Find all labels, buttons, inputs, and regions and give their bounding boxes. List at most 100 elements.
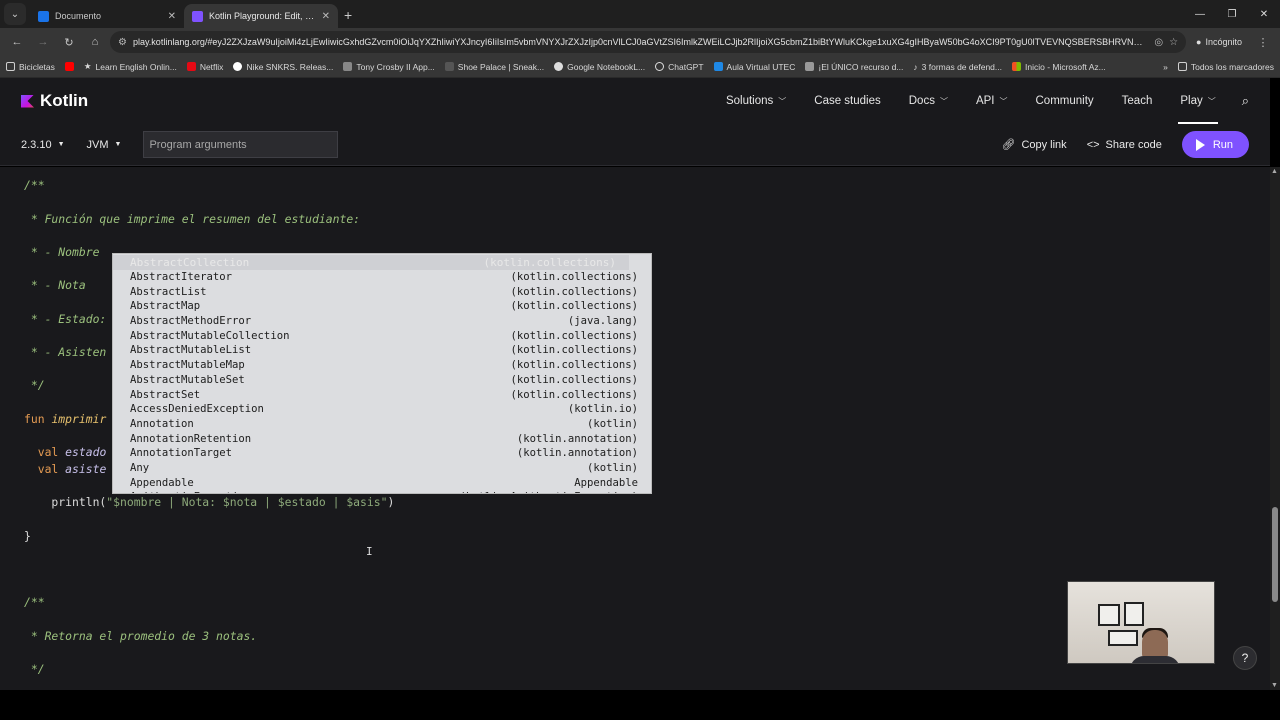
- bookmark-item[interactable]: ★ Learn English Onlin...: [84, 61, 177, 72]
- page-icon: ♪: [913, 61, 918, 72]
- youtube-icon: [64, 62, 74, 71]
- bookmark-item[interactable]: Google NotebookL...: [554, 62, 645, 72]
- search-icon[interactable]: ⌕: [1230, 93, 1249, 109]
- nike-icon: [233, 62, 243, 71]
- code-line: */: [24, 662, 45, 676]
- bookmark-item[interactable]: Tony Crosby II App...: [343, 62, 435, 72]
- kotlin-logo[interactable]: Kotlin: [21, 91, 88, 111]
- program-arguments-input[interactable]: [143, 131, 339, 158]
- share-code-button[interactable]: <> Share code: [1087, 139, 1162, 151]
- autocomplete-item[interactable]: AnnotationTarget (kotlin.annotation): [113, 446, 651, 461]
- autocomplete-item[interactable]: AbstractList (kotlin.collections): [113, 284, 651, 299]
- bookmark-item[interactable]: ChatGPT: [655, 62, 704, 72]
- minimize-icon[interactable]: —: [1184, 9, 1216, 20]
- nav-api[interactable]: API ﹀: [962, 78, 1022, 124]
- autocomplete-item-package: (kotlin.collections): [510, 329, 638, 342]
- home-icon[interactable]: ⌂: [84, 31, 106, 53]
- caret-down-icon: ▼: [114, 141, 122, 148]
- browser-tab-kotlin[interactable]: Kotlin Playground: Edit, Run, Sh ✕: [184, 4, 338, 28]
- bookmark-item[interactable]: Aula Virtual UTEC: [713, 62, 795, 72]
- close-tab-icon[interactable]: ✕: [168, 11, 176, 22]
- incognito-indicator[interactable]: ● Incógnito: [1190, 37, 1248, 47]
- version-select[interactable]: 2.3.10 ▼: [21, 139, 65, 151]
- platform-select[interactable]: JVM ▼: [87, 139, 122, 151]
- notebooklm-icon: [554, 62, 564, 71]
- nav-community[interactable]: Community: [1022, 78, 1108, 124]
- code-line-println: println("$nombre | Nota: $nota | $estado…: [24, 495, 395, 509]
- autocomplete-item-name: AbstractMap: [130, 300, 201, 313]
- site-info-icon[interactable]: ⚙: [118, 37, 127, 48]
- autocomplete-item-name: Appendable: [130, 476, 194, 489]
- autocomplete-item[interactable]: AbstractMutableCollection (kotlin.collect…: [113, 328, 651, 343]
- url-omnibox[interactable]: ⚙ play.kotlinlang.org/#eyJ2ZXJzaW9uIjoiM…: [110, 31, 1187, 53]
- run-button[interactable]: Run: [1181, 131, 1249, 158]
- nav-docs[interactable]: Docs ﹀: [895, 78, 962, 124]
- code-line: * Retorna el promedio de 3 notas.: [24, 629, 258, 643]
- eye-off-icon[interactable]: ◎: [1154, 37, 1163, 48]
- autocomplete-item[interactable]: AccessDeniedException (kotlin.io): [113, 402, 651, 417]
- code-line: * Función que imprime el resumen del est…: [24, 212, 361, 226]
- caret-down-icon: ▼: [57, 141, 65, 148]
- browser-tab-documento[interactable]: Documento ✕: [30, 4, 184, 28]
- autocomplete-item[interactable]: AbstractMutableSet (kotlin.collections): [113, 373, 651, 388]
- autocomplete-item[interactable]: AbstractMutableList (kotlin.collections): [113, 343, 651, 358]
- main-nav: Solutions ﹀ Case studies Docs ﹀ API ﹀ Commu…: [712, 78, 1249, 124]
- scrollbar-thumb[interactable]: [1272, 507, 1278, 602]
- autocomplete-item[interactable]: AbstractIterator (kotlin.collections): [113, 270, 651, 285]
- close-window-icon[interactable]: ✕: [1248, 9, 1280, 20]
- editor-scrollbar[interactable]: ▲ ▼: [1270, 167, 1280, 690]
- bookmark-item[interactable]: Inicio - Microsoft Az...: [1011, 62, 1106, 72]
- autocomplete-item[interactable]: AnnotationRetention (kotlin.annotation): [113, 431, 651, 446]
- autocomplete-item[interactable]: Appendable Appendable: [113, 475, 651, 490]
- nav-play[interactable]: Play ﹀: [1166, 78, 1229, 124]
- autocomplete-item-package: (kotlin): [586, 461, 638, 474]
- bookmark-item[interactable]: Shoe Palace | Sneak...: [444, 62, 544, 72]
- reload-icon[interactable]: ↻: [58, 31, 80, 53]
- copy-link-button[interactable]: 🔗︎ Copy link: [1001, 138, 1066, 152]
- autocomplete-item[interactable]: ArithmeticException (kotlin.ArithmeticExc…: [113, 490, 651, 493]
- shoe-palace-icon: [444, 62, 454, 71]
- microsoft-icon: [1011, 62, 1021, 71]
- bookmark-item[interactable]: Netflix: [186, 62, 223, 72]
- person-body: [1130, 656, 1180, 663]
- autocomplete-item[interactable]: AbstractMutableMap (kotlin.collections): [113, 358, 651, 373]
- all-bookmarks[interactable]: Todos los marcadores: [1177, 62, 1274, 72]
- autocomplete-item[interactable]: Any (kotlin): [113, 461, 651, 476]
- autocomplete-item-package: (kotlin.collections): [510, 344, 638, 357]
- autocomplete-item[interactable]: AbstractSet (kotlin.collections): [113, 387, 651, 402]
- bookmark-star-icon[interactable]: ☆: [1169, 37, 1178, 48]
- autocomplete-item-name: Any: [130, 461, 150, 474]
- folder-icon: [1177, 62, 1187, 71]
- tab-search-icon[interactable]: ⌄: [4, 3, 26, 25]
- browser-tabbar: ⌄ Documento ✕ Kotlin Playground: Edit, R…: [0, 0, 1280, 28]
- more-bookmarks-icon[interactable]: »: [1163, 62, 1168, 72]
- chevron-down-icon: ﹀: [778, 96, 787, 106]
- autocomplete-item-package: (kotlin.annotation): [516, 432, 638, 445]
- forward-arrow-icon[interactable]: →: [32, 31, 54, 53]
- nav-teach[interactable]: Teach: [1108, 78, 1167, 124]
- autocomplete-item[interactable]: AbstractCollection (kotlin.collections): [113, 255, 629, 270]
- browser-menu-icon[interactable]: ⋮: [1252, 31, 1274, 53]
- code-line: /**: [24, 178, 45, 192]
- help-button[interactable]: ?: [1233, 646, 1257, 670]
- maximize-icon[interactable]: ❐: [1216, 9, 1248, 20]
- bookmark-item[interactable]: Bicicletas: [6, 62, 55, 72]
- scroll-down-icon[interactable]: ▼: [1271, 682, 1278, 689]
- autocomplete-item[interactable]: AbstractMethodError (java.lang): [113, 314, 651, 329]
- bookmark-item[interactable]: Nike SNKRS. Releas...: [233, 62, 333, 72]
- bookmark-item[interactable]: [64, 62, 74, 71]
- bookmark-item[interactable]: ¡El ÚNICO recurso d...: [805, 62, 903, 72]
- docs-favicon-icon: [38, 10, 49, 22]
- autocomplete-item[interactable]: AbstractMap (kotlin.collections): [113, 299, 651, 314]
- new-tab-plus-icon[interactable]: +: [344, 7, 352, 23]
- nav-case-studies[interactable]: Case studies: [800, 78, 894, 124]
- back-arrow-icon[interactable]: ←: [6, 31, 28, 53]
- bookmark-item[interactable]: ♪ 3 formas de defend...: [913, 62, 1002, 72]
- chevron-down-icon: ﹀: [1207, 96, 1216, 106]
- scroll-up-icon[interactable]: ▲: [1271, 168, 1278, 175]
- nav-solutions[interactable]: Solutions ﹀: [712, 78, 800, 124]
- autocomplete-item[interactable]: Annotation (kotlin): [113, 417, 651, 432]
- close-tab-icon[interactable]: ✕: [322, 11, 330, 22]
- autocomplete-item-package: Appendable: [574, 476, 638, 489]
- autocomplete-item-package: (kotlin.io): [567, 403, 638, 416]
